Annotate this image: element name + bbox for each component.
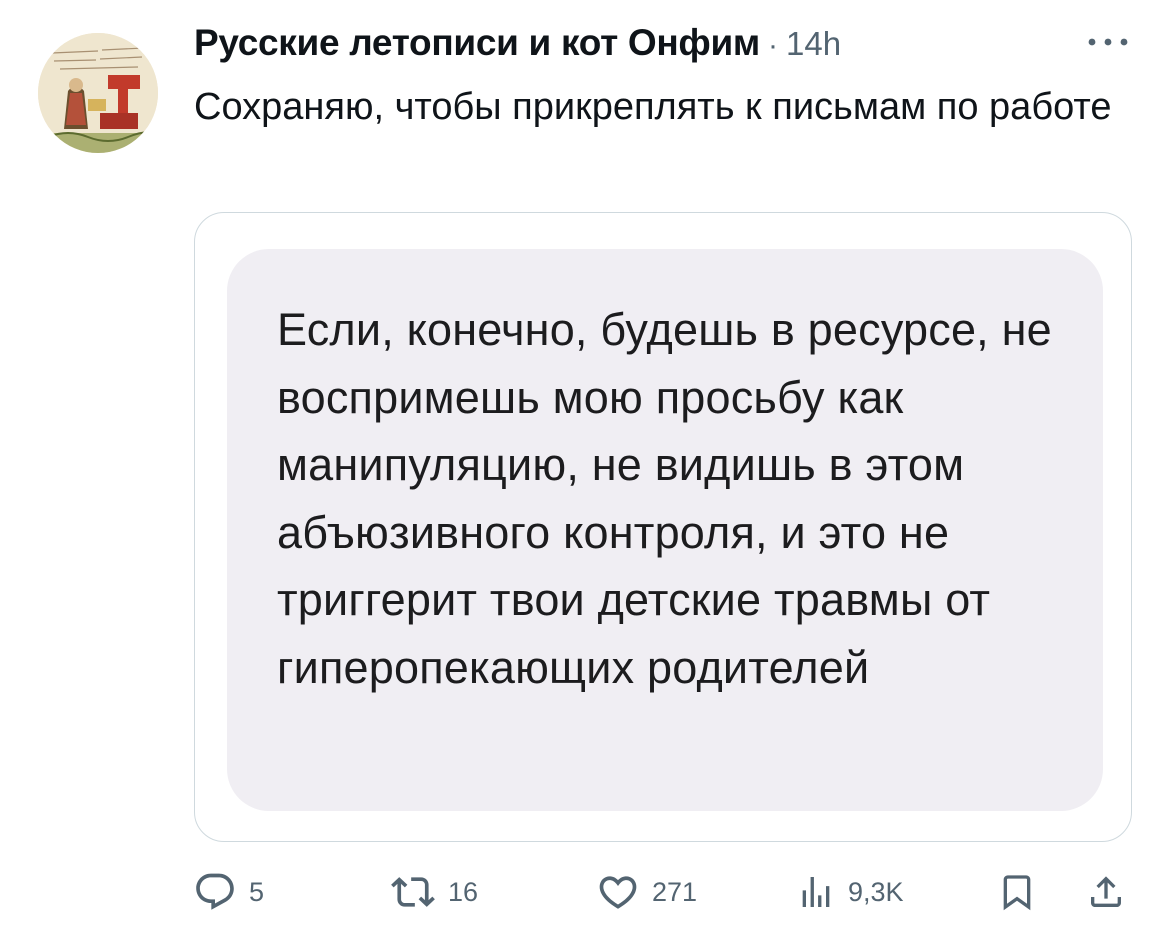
- reply-button[interactable]: 5: [193, 860, 264, 924]
- repost-icon: [391, 877, 435, 907]
- message-bubble-text: Если, конечно, будешь в ресурсе, не восп…: [277, 304, 1052, 693]
- media-image[interactable]: Если, конечно, будешь в ресурсе, не восп…: [194, 212, 1132, 842]
- more-horizontal-icon: [1088, 38, 1128, 46]
- message-bubble: Если, конечно, будешь в ресурсе, не восп…: [227, 249, 1103, 811]
- avatar[interactable]: [38, 33, 158, 153]
- separator-dot: ·: [768, 29, 779, 62]
- manuscript-illustration-icon: [38, 33, 158, 153]
- views-bar-chart-icon: [802, 877, 830, 907]
- reply-icon: [196, 873, 234, 910]
- reply-count: 5: [249, 876, 265, 907]
- views-button[interactable]: 9,3K: [796, 860, 904, 924]
- repost-button[interactable]: 16: [390, 860, 478, 924]
- bookmark-icon: [1003, 875, 1031, 911]
- author-name[interactable]: Русские летописи и кот Онфим: [194, 22, 760, 64]
- share-button[interactable]: [1086, 860, 1126, 924]
- views-count: 9,3K: [848, 876, 904, 907]
- repost-count: 16: [448, 876, 479, 907]
- action-bar: 5 16 271 9,3K: [0, 860, 1170, 924]
- share-icon: [1091, 876, 1121, 907]
- tweet-header: Русские летописи и кот Онфим · 14h: [194, 22, 841, 72]
- like-button[interactable]: 271: [596, 860, 697, 924]
- more-options-button[interactable]: [1080, 28, 1136, 56]
- timestamp[interactable]: 14h: [786, 25, 841, 63]
- heart-icon: [599, 876, 637, 909]
- tweet-text: Сохраняю, чтобы прикреплять к письмам по…: [194, 86, 1112, 128]
- bookmark-button[interactable]: [997, 860, 1037, 924]
- like-count: 271: [652, 876, 698, 907]
